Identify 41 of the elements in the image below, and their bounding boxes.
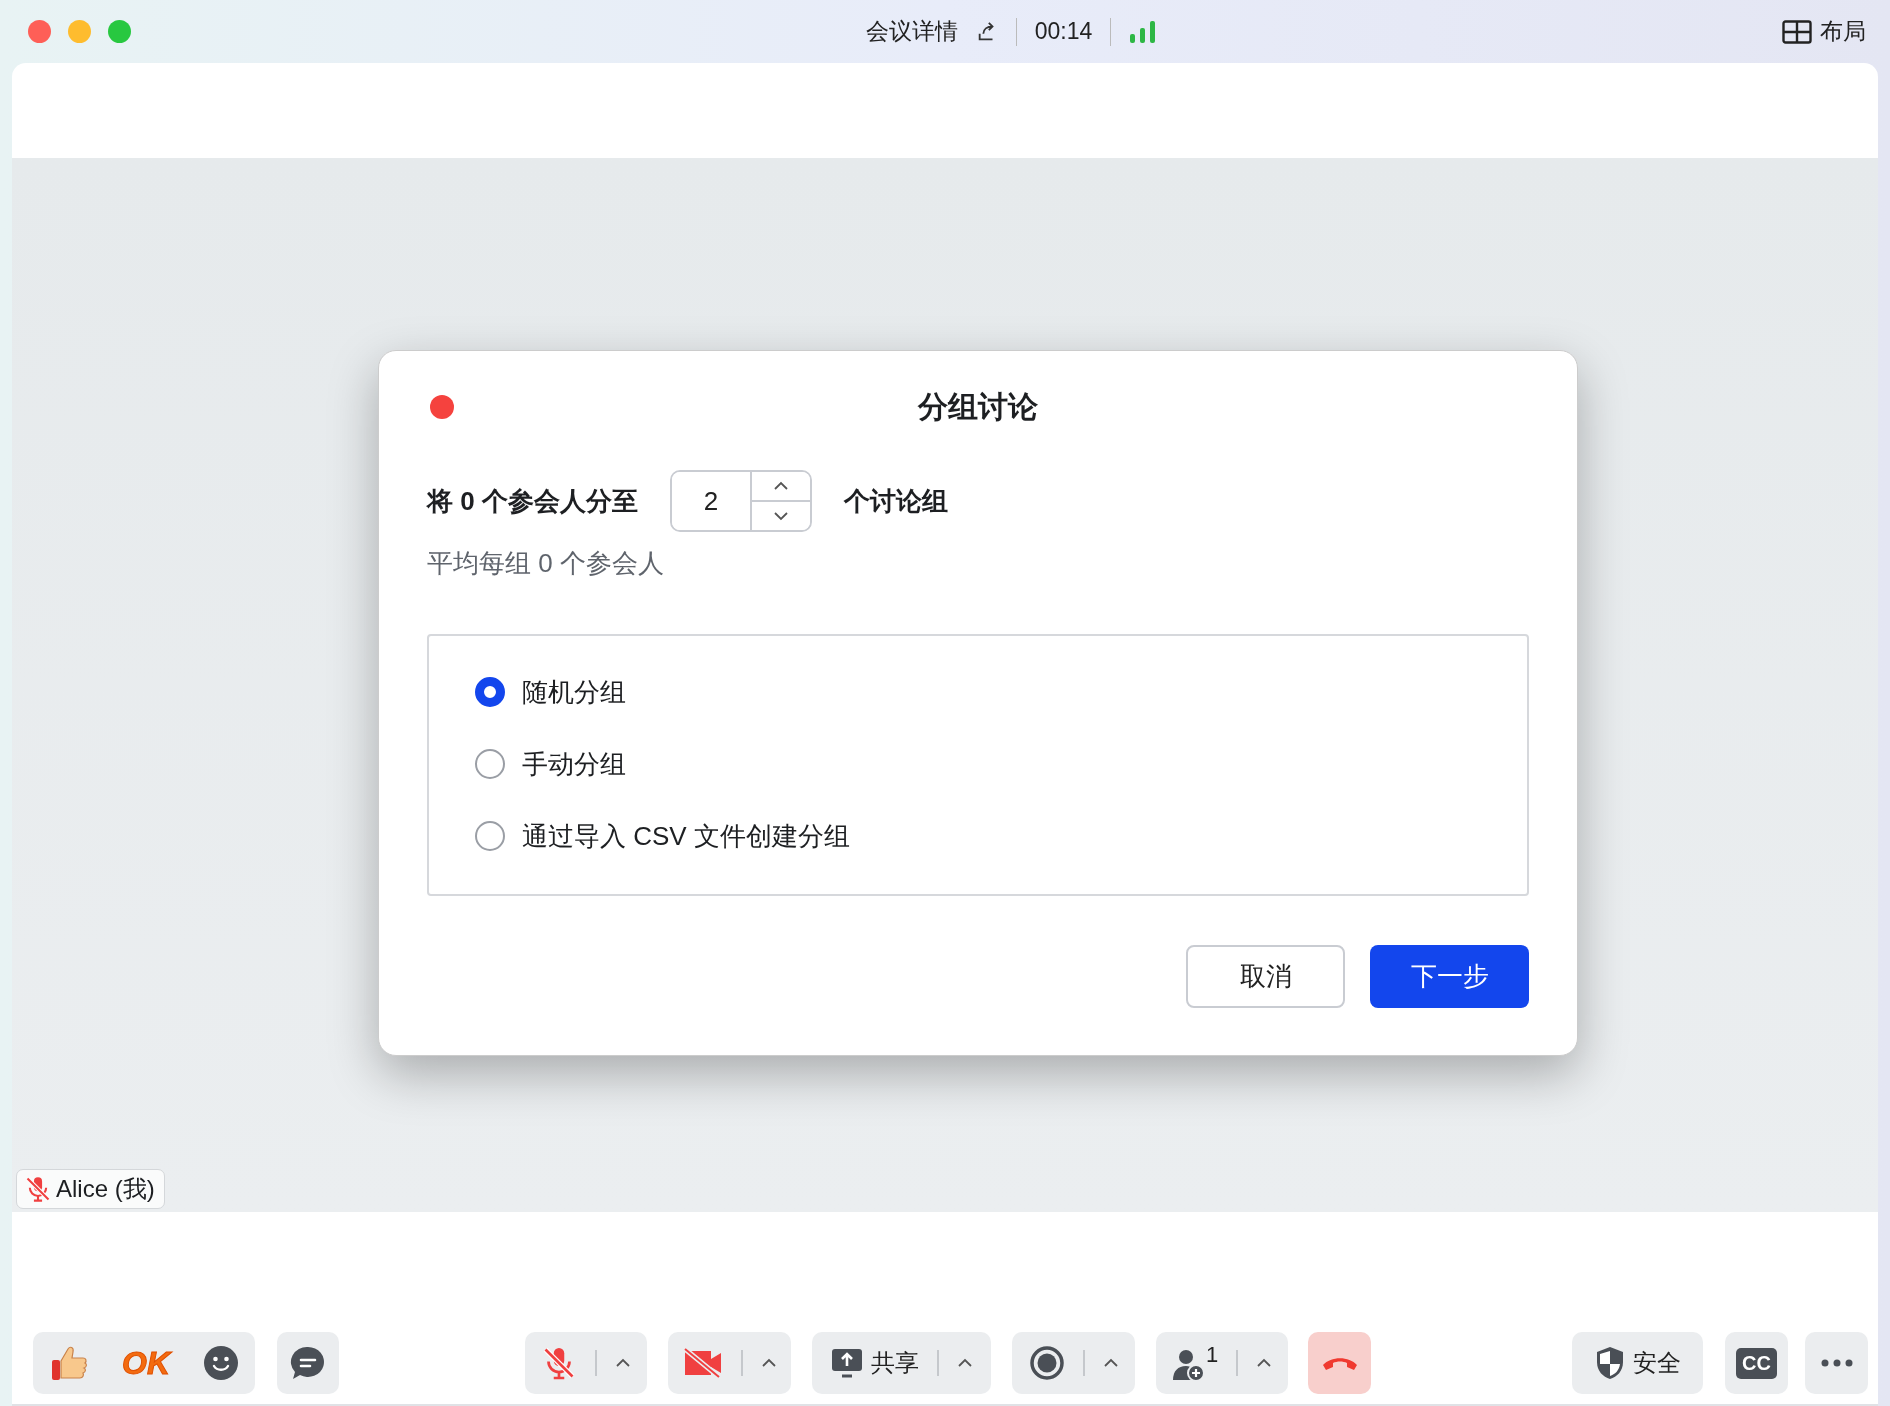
chevron-down-icon — [772, 511, 789, 521]
participants-button[interactable]: 1 — [1165, 1338, 1225, 1388]
participant-name: Alice (我) — [56, 1174, 155, 1204]
shield-icon — [1594, 1346, 1625, 1380]
more-dots-icon — [1820, 1359, 1853, 1367]
dialog-title: 分组讨论 — [918, 388, 1038, 425]
radio-button[interactable] — [475, 677, 505, 707]
cancel-button[interactable]: 取消 — [1186, 945, 1345, 1008]
security-button[interactable]: 安全 — [1588, 1340, 1687, 1386]
groups-label: 个讨论组 — [843, 484, 948, 518]
maximize-window-button[interactable] — [108, 20, 131, 43]
share-screen-icon — [830, 1347, 863, 1379]
radio-button[interactable] — [475, 749, 505, 779]
signal-bars-icon — [1129, 20, 1158, 43]
split-label: 将 0 个参会人分至 — [427, 484, 638, 518]
share-screen-button[interactable]: 共享 — [824, 1341, 925, 1385]
close-window-button[interactable] — [28, 20, 51, 43]
option-label[interactable]: 通过导入 CSV 文件创建分组 — [522, 818, 850, 854]
smiley-face-icon — [202, 1345, 239, 1381]
group-count-input[interactable]: 2 — [671, 472, 752, 530]
layout-button[interactable]: 布局 — [1782, 16, 1866, 47]
decrement-button[interactable] — [751, 500, 810, 530]
chat-bubble-icon — [290, 1345, 326, 1381]
next-button[interactable]: 下一步 — [1370, 945, 1529, 1008]
chevron-up-icon — [1102, 1358, 1119, 1368]
chevron-up-icon — [956, 1358, 973, 1368]
grid-layout-icon — [1782, 19, 1812, 44]
chevron-up-icon — [615, 1358, 631, 1368]
average-participants-text: 平均每组 0 个参会人 — [427, 547, 665, 580]
record-icon — [1028, 1345, 1065, 1381]
chevron-up-icon — [1256, 1358, 1273, 1368]
option-label[interactable]: 随机分组 — [522, 674, 626, 710]
radio-button[interactable] — [475, 821, 505, 851]
chevron-up-icon — [760, 1358, 777, 1368]
close-dialog-button[interactable] — [430, 395, 454, 419]
number-stepper[interactable]: 2 — [669, 470, 812, 532]
option-label[interactable]: 手动分组 — [522, 746, 626, 782]
meeting-details-link[interactable]: 会议详情 — [865, 16, 958, 47]
add-person-icon — [1171, 1348, 1206, 1382]
chevron-up-icon — [772, 481, 789, 491]
meeting-timer: 00:14 — [1034, 18, 1093, 45]
